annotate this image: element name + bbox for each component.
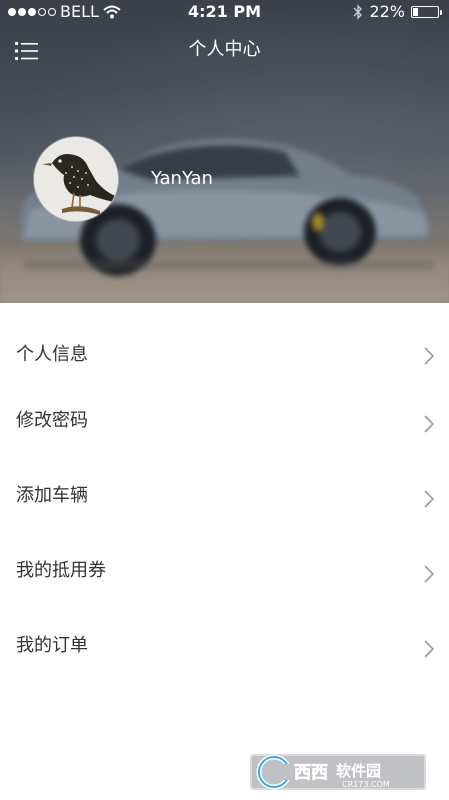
menu-item-label: 添加车辆 [16,485,88,506]
watermark-logo-graphic: 西西 软件园 CR173.COM [250,754,426,790]
menu-item-label: 我的订单 [16,635,88,656]
status-bar: BELL 4:21 PM 22% [0,0,449,24]
svg-text:软件园: 软件园 [336,762,381,780]
menu-item-my-coupons[interactable]: 我的抵用券 [0,531,449,606]
page-title: 个人中心 [188,39,261,60]
bluetooth-icon [353,4,363,20]
battery-fill [413,8,418,16]
menu-item-label: 修改密码 [16,410,88,431]
watermark-logo: 西西 软件园 CR173.COM [250,750,426,792]
battery-icon [411,6,442,18]
menu-item-personal-info[interactable]: 个人信息 [0,303,449,381]
menu-item-label: 个人信息 [16,344,88,365]
menu-item-label: 我的抵用券 [16,560,106,581]
profile-header: BELL 4:21 PM 22% 个人中心 YanYan [0,0,449,303]
svg-text:CR173.COM: CR173.COM [342,780,390,789]
chevron-right-icon [424,490,435,508]
menu-item-change-password[interactable]: 修改密码 [0,381,449,456]
menu-list: 个人信息 修改密码 添加车辆 我的抵用券 我的订单 [0,303,449,681]
username: YanYan [151,168,213,189]
bird-avatar-icon [34,137,118,221]
chevron-right-icon [424,347,435,365]
chevron-right-icon [424,640,435,658]
chevron-right-icon [424,415,435,433]
chevron-right-icon [424,565,435,583]
avatar[interactable] [34,137,118,221]
status-right: 22% [353,0,442,24]
svg-text:西西: 西西 [294,763,328,783]
menu-item-add-vehicle[interactable]: 添加车辆 [0,456,449,531]
menu-item-my-orders[interactable]: 我的订单 [0,606,449,681]
battery-percent: 22% [369,2,405,21]
